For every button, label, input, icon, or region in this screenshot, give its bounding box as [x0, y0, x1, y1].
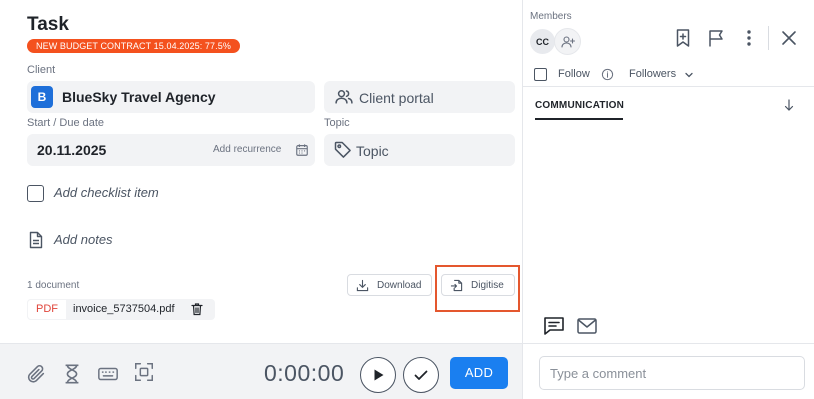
client-portal-label: Client portal	[359, 90, 434, 106]
more-options-icon[interactable]	[739, 28, 759, 48]
client-label: Client	[27, 64, 56, 76]
download-button[interactable]: Download	[347, 274, 432, 296]
sidebar-divider	[523, 86, 814, 87]
sidebar-panel: Members CC Follow Followers COMMUNICATIO…	[522, 0, 814, 399]
file-name[interactable]: invoice_5737504.pdf	[73, 303, 175, 315]
chat-bubble-icon[interactable]	[543, 316, 565, 336]
play-icon	[374, 369, 384, 381]
due-date-value: 20.11.2025	[37, 142, 107, 158]
arrow-down-icon[interactable]	[782, 98, 796, 112]
checklist-checkbox[interactable]	[27, 185, 44, 202]
comment-footer	[523, 343, 814, 399]
client-avatar: B	[31, 86, 53, 108]
task-footer: 0:00:00 ADD	[0, 343, 522, 399]
calendar-icon[interactable]	[295, 143, 309, 157]
followers-dropdown[interactable]: Followers	[629, 68, 676, 80]
chevron-down-icon[interactable]	[684, 70, 694, 80]
complete-button[interactable]	[403, 357, 439, 393]
task-title: Task	[27, 14, 69, 35]
add-checklist-item[interactable]: Add checklist item	[27, 184, 227, 204]
trash-icon[interactable]	[190, 302, 204, 316]
add-user-icon	[561, 36, 576, 48]
tab-communication[interactable]: COMMUNICATION	[535, 100, 624, 111]
paperclip-icon[interactable]	[25, 363, 47, 385]
follow-label[interactable]: Follow	[558, 68, 590, 80]
add-member-button[interactable]	[554, 28, 581, 55]
flag-icon[interactable]	[706, 28, 726, 48]
active-tab-indicator	[535, 118, 623, 120]
members-label: Members	[530, 11, 572, 22]
document-count: 1 document	[27, 280, 80, 291]
digitise-highlight-box	[435, 265, 520, 312]
client-name: BlueSky Travel Agency	[62, 89, 216, 105]
play-button[interactable]	[360, 357, 396, 393]
add-notes[interactable]: Add notes	[27, 230, 227, 250]
mail-icon[interactable]	[576, 316, 598, 336]
follow-row: Follow Followers	[534, 67, 804, 83]
header-divider	[768, 26, 769, 50]
topic-label: Topic	[324, 117, 350, 129]
keyboard-icon[interactable]	[97, 363, 119, 385]
member-avatar[interactable]: CC	[529, 28, 556, 55]
users-icon	[335, 90, 353, 104]
date-field[interactable]: 20.11.2025 Add recurrence	[27, 134, 315, 166]
timer-display: 0:00:00	[264, 360, 345, 386]
expand-frame-icon[interactable]	[133, 361, 155, 383]
task-panel: Task NEW BUDGET CONTRACT 15.04.2025: 77.…	[0, 0, 522, 399]
tag-icon	[334, 141, 351, 158]
comment-input[interactable]	[539, 356, 805, 390]
topic-placeholder: Topic	[356, 143, 389, 159]
checklist-placeholder: Add checklist item	[54, 185, 159, 200]
notes-icon	[29, 231, 43, 249]
add-recurrence-link[interactable]: Add recurrence	[213, 144, 281, 155]
download-label: Download	[377, 280, 422, 291]
file-type-badge: PDF	[27, 299, 67, 320]
follow-checkbox[interactable]	[534, 68, 547, 81]
hourglass-icon[interactable]	[61, 363, 83, 385]
notes-placeholder: Add notes	[54, 232, 113, 247]
client-field[interactable]: B BlueSky Travel Agency	[27, 81, 315, 113]
info-icon[interactable]	[601, 68, 614, 81]
add-button[interactable]: ADD	[450, 357, 508, 389]
close-icon[interactable]	[779, 28, 799, 48]
download-icon	[356, 279, 369, 292]
file-chip[interactable]: PDF invoice_5737504.pdf	[27, 299, 215, 320]
topic-field[interactable]: Topic	[324, 134, 515, 166]
budget-contract-badge[interactable]: NEW BUDGET CONTRACT 15.04.2025: 77.5%	[27, 39, 240, 53]
check-icon	[414, 370, 428, 380]
date-label: Start / Due date	[27, 117, 105, 129]
bookmark-add-icon[interactable]	[673, 28, 693, 48]
client-portal-field[interactable]: Client portal	[324, 81, 515, 113]
